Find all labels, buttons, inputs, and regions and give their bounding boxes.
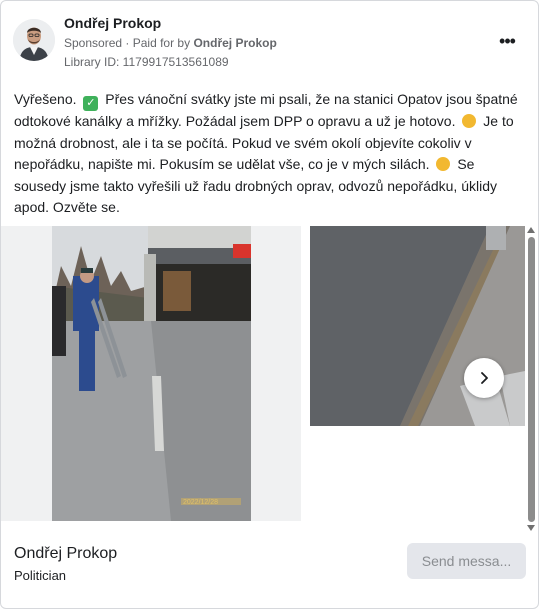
library-id: Library ID: 1179917513561089 xyxy=(64,55,229,69)
carousel-slide-1[interactable]: 2022/12/28 xyxy=(1,226,301,521)
author-name[interactable]: Ondřej Prokop xyxy=(64,15,161,31)
scroll-down-arrow[interactable] xyxy=(527,525,535,531)
sponsored-label: Sponsored xyxy=(64,36,123,50)
thumbs-up-emoji xyxy=(436,157,451,171)
paid-for-label: Paid for by xyxy=(132,36,191,50)
send-message-button[interactable]: Send messa... xyxy=(407,543,526,579)
vertical-scrollbar[interactable] xyxy=(526,227,537,533)
check-mark-emoji: ✓ xyxy=(83,96,99,111)
image-carousel[interactable]: 2022/12/28 xyxy=(1,226,525,526)
avatar[interactable] xyxy=(13,19,55,61)
post-text-part-1: Vyřešeno. xyxy=(14,91,77,107)
ad-card: Ondřej Prokop Sponsored · Paid for by On… xyxy=(0,0,539,609)
chevron-right-icon xyxy=(481,372,488,384)
separator-dot: · xyxy=(125,36,133,50)
carousel-slide-2[interactable] xyxy=(310,226,525,426)
photo-drain-grate xyxy=(310,226,525,426)
scroll-thumb[interactable] xyxy=(528,237,535,522)
photo-timestamp: 2022/12/28 xyxy=(183,499,218,506)
post-text: Vyřešeno. ✓ Přes vánoční svátky jste mi … xyxy=(14,89,524,219)
next-slide-button[interactable] xyxy=(464,358,504,398)
more-options-icon[interactable]: ••• xyxy=(495,29,519,53)
footer-page-name[interactable]: Ondřej Prokop xyxy=(14,545,117,563)
waving-hand-emoji xyxy=(462,114,477,128)
photo-station-worker: 2022/12/28 xyxy=(1,226,301,521)
scroll-up-arrow[interactable] xyxy=(527,227,535,233)
sponsored-line: Sponsored · Paid for by Ondřej Prokop xyxy=(64,36,277,50)
footer-page-category: Politician xyxy=(14,568,67,583)
paid-by-name[interactable]: Ondřej Prokop xyxy=(193,36,276,50)
